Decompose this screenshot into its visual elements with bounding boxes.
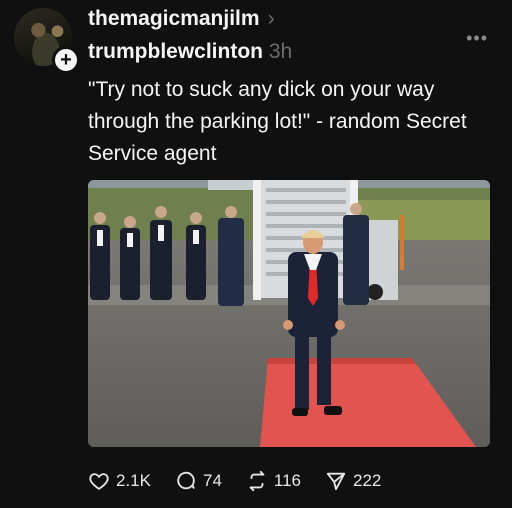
author-line: trumpblewclinton 3h bbox=[88, 40, 292, 64]
heart-icon bbox=[89, 473, 109, 490]
avatar-container[interactable]: + bbox=[14, 8, 80, 74]
send-icon bbox=[326, 472, 346, 491]
comment-count: 74 bbox=[202, 471, 222, 490]
share-count: 222 bbox=[353, 471, 382, 490]
like-button[interactable]: 2.1K bbox=[88, 470, 151, 492]
repost-icon bbox=[249, 470, 265, 492]
action-bar: 2.1K 74 116 222 bbox=[88, 468, 405, 494]
repost-count: 116 bbox=[273, 471, 302, 490]
like-count: 2.1K bbox=[116, 471, 151, 490]
comment-button[interactable]: 74 bbox=[175, 470, 222, 492]
share-button[interactable]: 222 bbox=[325, 470, 381, 492]
post-timestamp: 3h bbox=[268, 40, 293, 63]
post-image[interactable] bbox=[88, 180, 490, 447]
more-options-icon[interactable]: ••• bbox=[466, 28, 488, 49]
tarmac-photo bbox=[88, 180, 490, 447]
comment-icon bbox=[177, 471, 195, 490]
reposter-line: themagicmanjilm › bbox=[88, 7, 275, 31]
reposter-name[interactable]: themagicmanjilm bbox=[88, 7, 260, 30]
chevron-right-icon[interactable]: › bbox=[268, 7, 275, 31]
post-text: "Try not to suck any dick on your way th… bbox=[88, 78, 467, 165]
repost-button[interactable]: 116 bbox=[246, 470, 301, 492]
author-name[interactable]: trumpblewclinton bbox=[88, 40, 263, 63]
follow-plus-icon[interactable]: + bbox=[52, 46, 80, 74]
